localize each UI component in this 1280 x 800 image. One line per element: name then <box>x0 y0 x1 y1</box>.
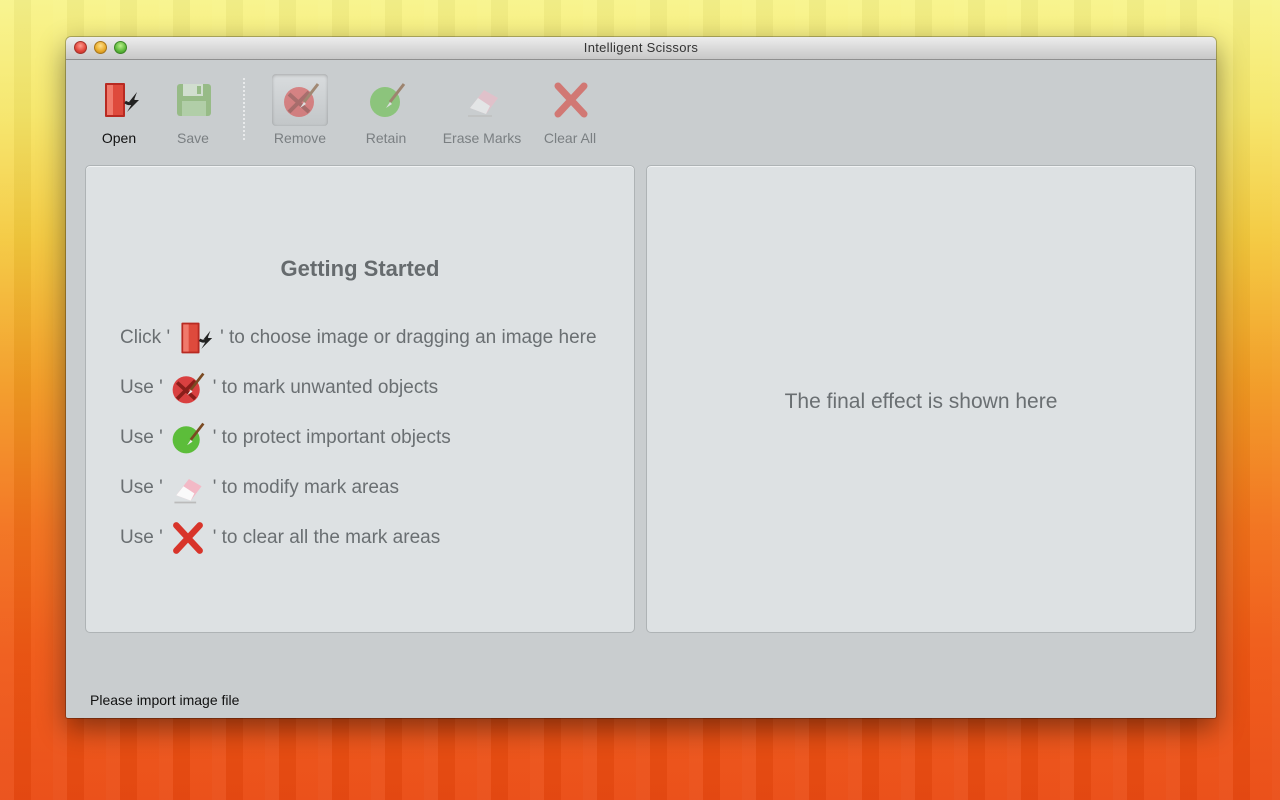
instruction-pre: Use ' <box>120 527 163 548</box>
retain-brush-icon <box>172 422 205 454</box>
open-button[interactable]: Open <box>77 74 161 154</box>
app-window: Intelligent Scissors Open Save Remove Re… <box>66 37 1216 718</box>
result-placeholder-text: The final effect is shown here <box>784 390 1058 413</box>
clear-all-label: Clear All <box>543 130 597 146</box>
instruction-post: ' to protect important objects <box>212 427 451 448</box>
save-label: Save <box>177 130 209 146</box>
instruction-post: ' to clear all the mark areas <box>212 527 441 548</box>
toolbar-separator <box>243 78 245 140</box>
erase-marks-button[interactable]: Erase Marks <box>440 74 524 154</box>
source-image-panel[interactable]: Getting Started Click ' ' to choose imag… <box>85 165 635 633</box>
open-label: Open <box>101 130 137 146</box>
open-icon-box <box>91 74 147 126</box>
clear-all-button[interactable]: Clear All <box>528 74 612 154</box>
zoom-window-button[interactable] <box>114 41 127 54</box>
retain-button[interactable]: Retain <box>344 74 428 154</box>
clear-icon-box <box>542 74 598 126</box>
eraser-icon <box>468 90 498 117</box>
remove-label: Remove <box>273 130 327 146</box>
remove-icon-box <box>272 74 328 126</box>
instruction-pre: Use ' <box>120 377 163 398</box>
erase-marks-label: Erase Marks <box>442 130 522 146</box>
instruction-pre: Use ' <box>120 427 163 448</box>
retain-icon-inline <box>165 417 211 459</box>
open-icon-inline <box>172 317 218 359</box>
instruction-row-clear: Use ' ' to clear all the mark areas <box>120 516 440 560</box>
window-title: Intelligent Scissors <box>583 40 699 55</box>
instruction-row-retain: Use ' ' to protect important objects <box>120 416 451 460</box>
instruction-row-remove: Use ' ' to mark unwanted objects <box>120 366 438 410</box>
instruction-pre: Use ' <box>120 477 163 498</box>
erase-icon-box <box>454 74 510 126</box>
remove-icon-inline <box>165 367 211 409</box>
retain-brush-icon <box>370 83 406 117</box>
eraser-icon-inline <box>165 467 211 509</box>
open-icon <box>181 322 213 354</box>
save-icon <box>177 84 211 116</box>
eraser-icon <box>174 478 202 504</box>
status-bar-text: Please import image file <box>90 692 240 708</box>
clear-x-icon <box>172 522 203 554</box>
title-bar[interactable]: Intelligent Scissors <box>66 37 1216 60</box>
instruction-pre: Click ' <box>120 327 171 348</box>
instruction-post: ' to modify mark areas <box>212 477 400 498</box>
instruction-row-erase: Use ' ' to modify mark areas <box>120 466 399 510</box>
remove-brush-icon <box>172 372 205 404</box>
result-image-panel: The final effect is shown here <box>646 165 1196 633</box>
instruction-post: ' to mark unwanted objects <box>212 377 439 398</box>
minimize-window-button[interactable] <box>94 41 107 54</box>
retain-label: Retain <box>365 130 407 146</box>
close-window-button[interactable] <box>74 41 87 54</box>
clear-x-icon <box>554 82 588 118</box>
clear-icon-inline <box>165 517 211 559</box>
remove-button[interactable]: Remove <box>258 74 342 154</box>
save-button[interactable]: Save <box>151 74 235 154</box>
remove-brush-icon <box>284 83 320 117</box>
getting-started-title: Getting Started <box>280 256 440 281</box>
open-icon <box>105 83 139 117</box>
save-icon-box <box>165 74 221 126</box>
instruction-post: ' to choose image or dragging an image h… <box>220 327 597 348</box>
retain-icon-box <box>358 74 414 126</box>
toolbar: Open Save Remove Retain Erase Marks Clea… <box>66 60 1216 155</box>
instruction-row-open: Click ' ' to choose image or dragging an… <box>120 316 597 360</box>
